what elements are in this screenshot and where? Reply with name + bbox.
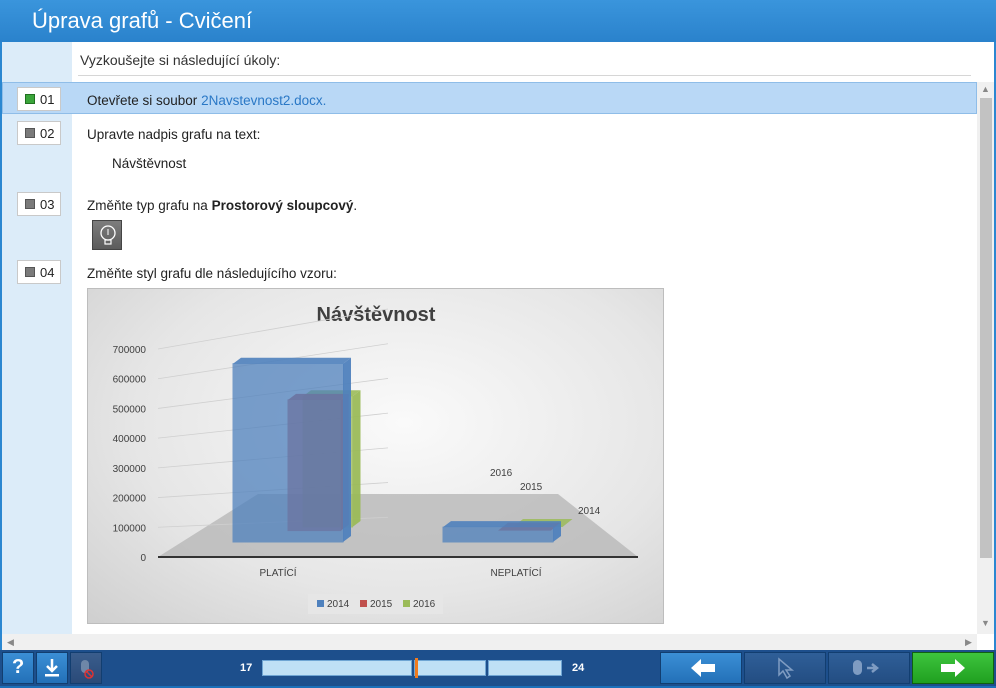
bar-top (443, 521, 561, 528)
task-03-text: Změňte typ grafu na Prostorový sloupcový… (87, 198, 357, 213)
y-tick-label: 500000 (113, 404, 147, 415)
legend-label: 2016 (413, 599, 436, 610)
task-number-02[interactable]: 02 (17, 121, 61, 145)
task-01-prefix: Otevřete si soubor (87, 93, 202, 108)
progress-current: 17 (240, 662, 253, 674)
progress-segment (414, 660, 486, 676)
scroll-right-icon[interactable]: ▶ (965, 637, 972, 648)
y-tick-label: 200000 (113, 494, 147, 505)
y-tick-label: 0 (140, 553, 146, 564)
legend-swatch (403, 600, 410, 607)
progress-total: 24 (572, 662, 585, 674)
divider (78, 75, 971, 76)
bar-2014-1 (442, 521, 561, 543)
task-number-label: 01 (40, 92, 55, 107)
next-button[interactable] (912, 652, 994, 684)
legend-label: 2015 (370, 599, 393, 610)
file-link[interactable]: 2Navstevnost2.docx. (201, 93, 326, 108)
mouse-next-button[interactable] (828, 652, 910, 684)
chart-title: Návštěvnost (317, 304, 436, 326)
scroll-left-icon[interactable]: ◀ (7, 637, 14, 648)
bar-face (442, 526, 554, 543)
task-02-text: Upravte nadpis grafu na text: (87, 127, 261, 142)
progress-marker (415, 658, 418, 678)
content-area: Vyzkoušejte si následující úkoly: 01 Ote… (2, 42, 994, 650)
scroll-down-icon[interactable]: ▼ (981, 618, 990, 628)
chart-3d-column: Návštěvnost 700000 600000 500000 400000 3000… (113, 304, 638, 614)
bar-face (232, 363, 344, 543)
intro-text: Vyzkoušejte si následující úkoly: (80, 52, 281, 68)
progress-bar[interactable] (262, 658, 564, 678)
vertical-scrollbar[interactable]: ▲ ▼ (977, 82, 994, 634)
exercise-window: Úprava grafů - Cvičení Vyzkoušejte si ná… (0, 0, 996, 686)
mouse-next-icon (853, 660, 880, 675)
legend-label: 2014 (327, 599, 350, 610)
y-tick-label: 300000 (113, 464, 147, 475)
task-number-label: 03 (40, 197, 55, 212)
bar-2014-0 (232, 357, 351, 543)
task-03-prefix: Změňte typ grafu na (87, 198, 212, 213)
task-04-text: Změňte styl grafu dle následujícího vzor… (87, 266, 337, 281)
task-status-pending-icon (25, 199, 35, 209)
legend-swatch (360, 600, 367, 607)
bottom-toolbar: ? 17 24 (0, 650, 996, 686)
progress-segment (262, 660, 412, 676)
task-01-text: Otevřete si soubor 2Navstevnost2.docx. (87, 93, 326, 108)
y-tick-label: 400000 (113, 434, 147, 445)
task-status-done-icon (25, 94, 35, 104)
cursor-button[interactable] (744, 652, 826, 684)
task-number-01[interactable]: 01 (17, 87, 61, 111)
scroll-thumb[interactable] (980, 98, 992, 558)
arrow-right-icon (941, 659, 965, 677)
task-number-03[interactable]: 03 (17, 192, 61, 216)
legend-swatch (317, 600, 324, 607)
category-label: NEPLATÍCÍ (491, 566, 542, 579)
download-button[interactable] (36, 652, 68, 684)
task-03-bold: Prostorový sloupcový (211, 198, 354, 213)
task-status-pending-icon (25, 128, 35, 138)
horizontal-scrollbar[interactable]: ◀ ▶ (2, 634, 977, 650)
help-button[interactable]: ? (2, 652, 34, 684)
arrow-left-icon (691, 659, 715, 677)
y-tick-label: 100000 (113, 523, 147, 534)
y-tick-label: 700000 (113, 345, 147, 356)
chart-sample-image: Návštěvnost 700000 600000 500000 400000 3000… (87, 288, 664, 624)
depth-label: 2016 (490, 468, 513, 479)
task-03-suffix: . (353, 198, 358, 213)
task-number-label: 02 (40, 126, 55, 141)
task-number-label: 04 (40, 265, 55, 280)
mouse-disabled-icon (81, 660, 94, 679)
download-icon (45, 659, 59, 677)
task-status-pending-icon (25, 267, 35, 277)
back-button[interactable] (660, 652, 742, 684)
window-title: Úprava grafů - Cvičení (32, 8, 253, 33)
y-axis-ticks: 700000 600000 500000 400000 300000 200000 1000… (113, 345, 147, 564)
bar-side (352, 390, 361, 527)
lightbulb-icon (100, 225, 116, 245)
bar-side (343, 357, 351, 542)
scroll-up-icon[interactable]: ▲ (981, 84, 990, 94)
gridline (157, 308, 389, 350)
category-label: PLATÍCÍ (259, 566, 296, 579)
help-icon: ? (12, 656, 25, 678)
title-bar: Úprava grafů - Cvičení (0, 0, 996, 42)
hint-button[interactable] (92, 220, 122, 250)
progress-segment (488, 660, 562, 676)
chart-legend: 2014 2015 2016 (308, 594, 443, 614)
mouse-disabled-button[interactable] (70, 652, 102, 684)
bar-top (233, 357, 351, 364)
depth-label: 2014 (578, 506, 601, 517)
task-02-subtext: Návštěvnost (112, 156, 187, 171)
depth-label: 2015 (520, 482, 543, 493)
y-tick-label: 600000 (113, 375, 147, 386)
cursor-icon (778, 657, 795, 680)
chart-floor (158, 494, 638, 557)
task-number-04[interactable]: 04 (17, 260, 61, 284)
